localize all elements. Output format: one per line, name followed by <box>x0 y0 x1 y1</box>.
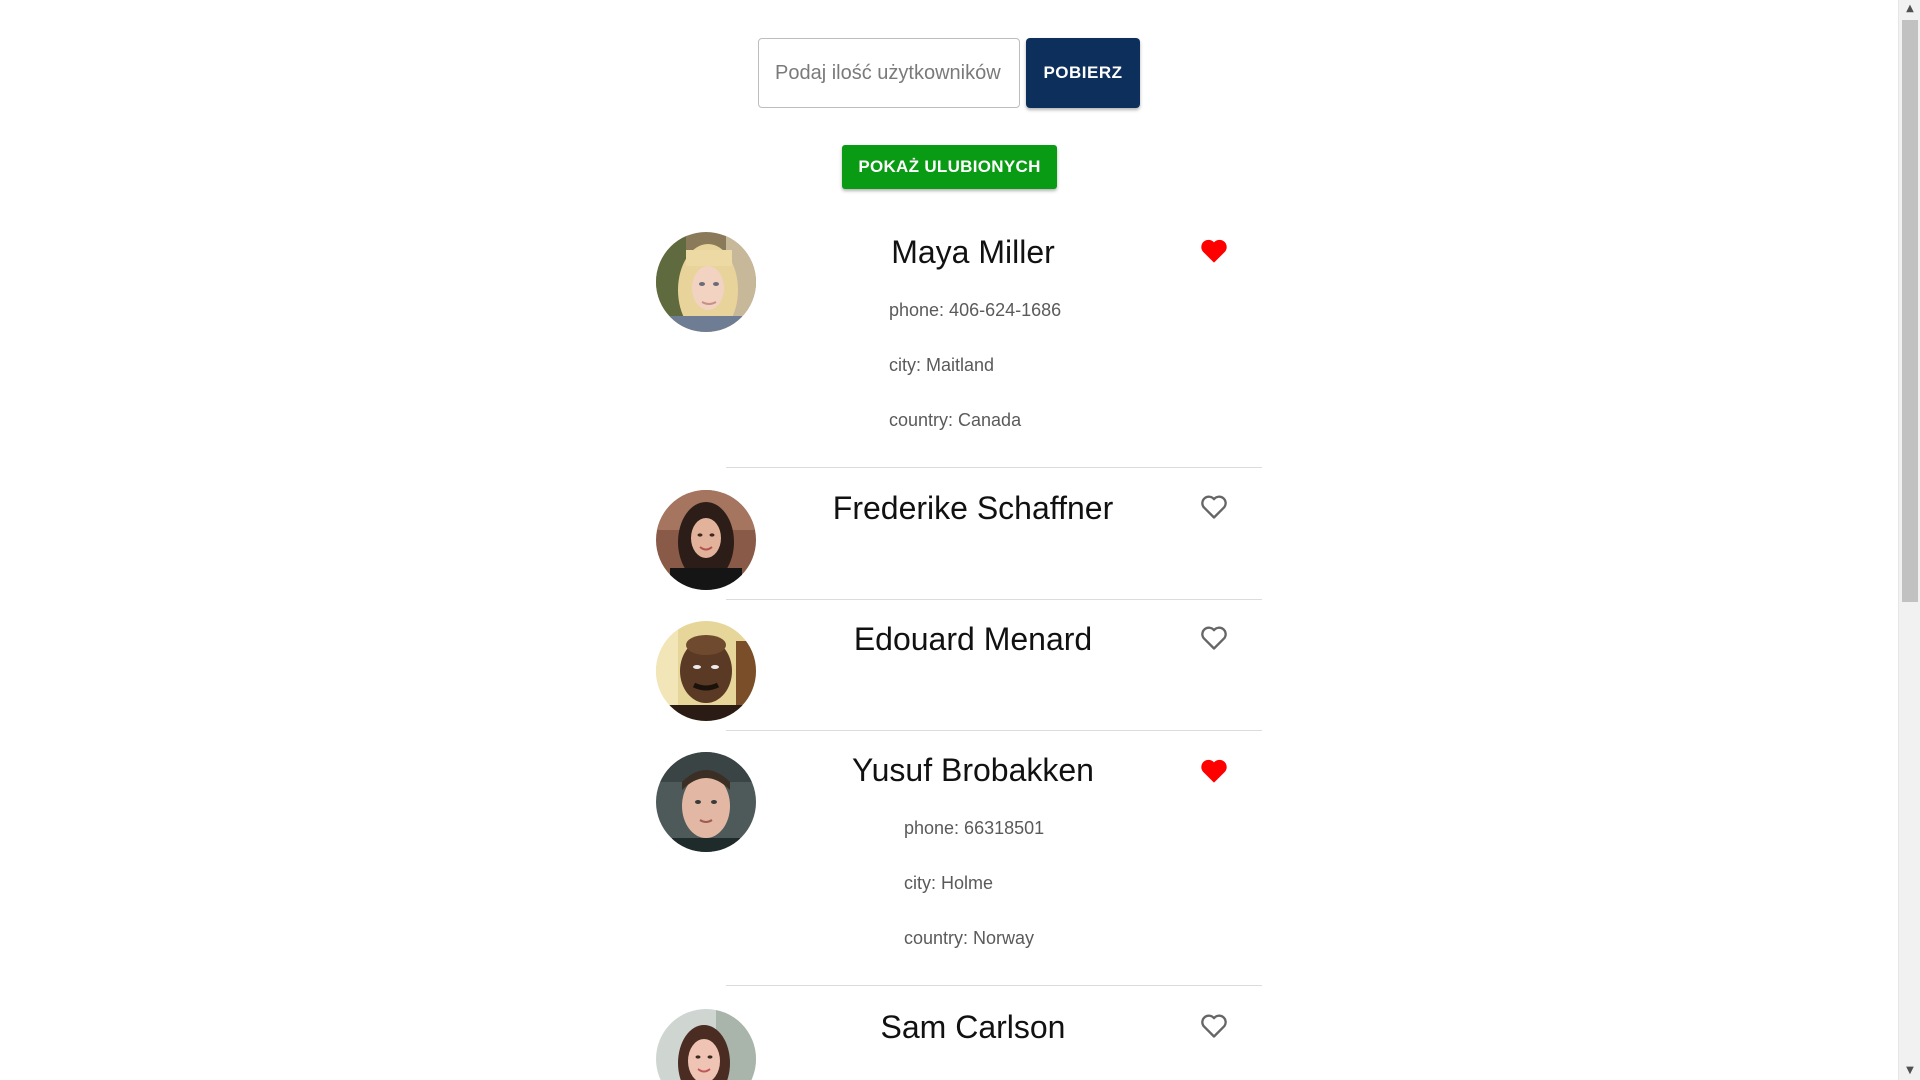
divider <box>726 467 1262 468</box>
page: POBIERZ POKAŻ ULUBIONYCH Maya M <box>0 0 1898 1080</box>
user-phone: phone: 66318501 <box>904 818 1045 838</box>
user-card[interactable]: Yusuf Brobakken phone: 66318501 city: Ho… <box>656 750 1262 988</box>
show-favorites-button[interactable]: POKAŻ ULUBIONYCH <box>842 145 1057 189</box>
user-card[interactable]: Edouard Menard <box>656 619 1262 731</box>
user-city: city: Holme <box>904 873 994 893</box>
user-city: city: Maitland <box>889 355 995 375</box>
user-name: Edouard Menard <box>853 621 1093 657</box>
heart-outline-icon[interactable] <box>1200 494 1228 520</box>
user-name: Sam Carlson <box>880 1009 1066 1045</box>
fetch-button[interactable]: POBIERZ <box>1026 38 1140 108</box>
fetch-controls: POBIERZ <box>758 38 1140 108</box>
heart-filled-icon[interactable] <box>1200 758 1228 784</box>
vertical-scrollbar[interactable]: ▲ ▼ <box>1898 0 1920 1080</box>
user-name: Yusuf Brobakken <box>852 752 1094 788</box>
heart-outline-icon[interactable] <box>1200 625 1228 651</box>
user-name: Frederike Schaffner <box>832 490 1114 526</box>
user-card[interactable]: Sam Carlson <box>656 1007 1262 1080</box>
user-country: country: Norway <box>904 928 1035 948</box>
user-card[interactable]: Frederike Schaffner <box>656 488 1262 600</box>
scrollbar-thumb[interactable] <box>1902 20 1918 602</box>
user-name: Maya Miller <box>891 234 1055 270</box>
divider <box>726 985 1262 986</box>
divider <box>726 730 1262 731</box>
divider <box>726 599 1262 600</box>
user-card[interactable]: Maya Miller phone: 406-624-1686 city: Ma… <box>656 232 1262 470</box>
user-country: country: Canada <box>889 410 1022 430</box>
user-phone: phone: 406-624-1686 <box>889 300 1062 320</box>
scroll-down-icon[interactable]: ▼ <box>1899 1062 1920 1080</box>
heart-outline-icon[interactable] <box>1200 1013 1228 1039</box>
heart-filled-icon[interactable] <box>1200 238 1228 264</box>
scroll-up-icon[interactable]: ▲ <box>1899 0 1920 18</box>
user-count-input[interactable] <box>758 38 1020 108</box>
